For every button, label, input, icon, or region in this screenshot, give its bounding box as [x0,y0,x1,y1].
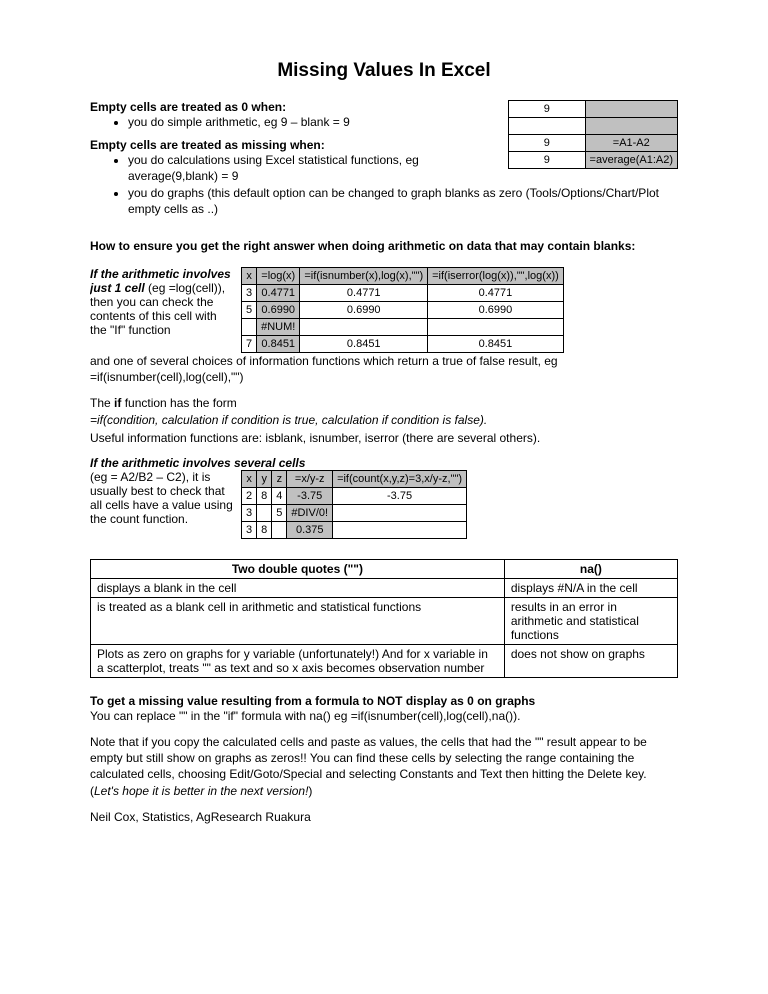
cell: =A1-A2 [585,135,677,152]
comparison-table: Two double quotes ("") na() displays a b… [90,559,678,678]
text: function has the form [121,396,236,410]
cell [585,101,677,118]
cell: is treated as a blank cell in arithmetic… [91,597,505,644]
cell: displays a blank in the cell [91,578,505,597]
col-header: =if(isnumber(x),log(x),"") [300,267,428,284]
cell: -3.75 [287,487,333,504]
cell: 0.6990 [257,301,300,318]
cell [300,318,428,335]
cell [242,318,257,335]
cell: #NUM! [257,318,300,335]
document-page: Missing Values In Excel 9 9 =A1-A2 9 =av… [0,0,768,875]
one-cell-section: If the arithmetic involves just 1 cell (… [90,267,678,353]
col-header: y [257,470,272,487]
section-heading: How to ensure you get the right answer w… [90,239,678,253]
author-line: Neil Cox, Statistics, AgResearch Ruakura [90,809,678,825]
col-header: z [272,470,287,487]
cell: 0.8451 [300,335,428,352]
cell [428,318,564,335]
cell: 5 [242,301,257,318]
col-header: =if(iserror(log(x)),"",log(x)) [428,267,564,284]
cell [585,118,677,135]
cell: 0.8451 [257,335,300,352]
col-header: Two double quotes ("") [91,559,505,578]
subhead: If the arithmetic involves several cells [90,456,678,470]
text: and one of several choices of informatio… [90,354,558,368]
text: The [90,396,114,410]
cell: #DIV/0! [287,504,333,521]
log-table: x =log(x) =if(isnumber(x),log(x),"") =if… [241,267,564,353]
multi-cell-intro: (eg = A2/B2 – C2), it is usually best to… [90,470,241,526]
multi-cell-section: (eg = A2/B2 – C2), it is usually best to… [90,470,678,539]
cell: 0.6990 [300,301,428,318]
cell: 0.6990 [428,301,564,318]
col-header: na() [504,559,677,578]
cell: 0.4771 [300,284,428,301]
text: (eg = A2/B2 – C2), it is usually best to… [90,470,233,526]
section-heading: To get a missing value resulting from a … [90,694,678,708]
cell: 7 [242,335,257,352]
cell: 9 [509,101,586,118]
cell: -3.75 [333,487,467,504]
col-header: x [242,470,257,487]
cell [257,504,272,521]
col-header: x [242,267,257,284]
cell: 0.375 [287,521,333,538]
cell: Plots as zero on graphs for y variable (… [91,644,505,677]
cell: 4 [272,487,287,504]
cell: 3 [242,521,257,538]
cell: displays #N/A in the cell [504,578,677,597]
paragraph: The if function has the form [90,395,678,411]
cell: 5 [272,504,287,521]
mini-excel-table: 9 9 =A1-A2 9 =average(A1:A2) [508,100,678,169]
formula: =if(isnumber(cell),log(cell),"") [90,370,244,384]
cell [333,504,467,521]
cell: results in an error in arithmetic and st… [504,597,677,644]
cell: does not show on graphs [504,644,677,677]
cell: 0.4771 [428,284,564,301]
cell: 0.8451 [428,335,564,352]
cell [272,521,287,538]
cell: 3 [242,504,257,521]
paragraph: Useful information functions are: isblan… [90,430,678,446]
paragraph: Note that if you copy the calculated cel… [90,734,678,799]
one-cell-intro: If the arithmetic involves just 1 cell (… [90,267,241,337]
cell [333,521,467,538]
formula-form: =if(condition, calculation if condition … [90,412,678,428]
cell: 3 [242,284,257,301]
cell: 9 [509,152,586,169]
cell: 0.4771 [257,284,300,301]
paragraph: and one of several choices of informatio… [90,353,678,385]
cell: 9 [509,135,586,152]
col-header: =if(count(x,y,z)=3,x/y-z,"") [333,470,467,487]
cell: 8 [257,487,272,504]
page-title: Missing Values In Excel [90,60,678,82]
count-table: x y z =x/y-z =if(count(x,y,z)=3,x/y-z,""… [241,470,467,539]
text: Let's hope it is better in the next vers… [94,784,308,798]
cell: 2 [242,487,257,504]
cell: =average(A1:A2) [585,152,677,169]
cell [509,118,586,135]
text: ) [308,784,312,798]
paragraph: You can replace "" in the "if" formula w… [90,708,678,724]
cell: 8 [257,521,272,538]
col-header: =x/y-z [287,470,333,487]
col-header: =log(x) [257,267,300,284]
bullet: you do graphs (this default option can b… [128,185,678,217]
